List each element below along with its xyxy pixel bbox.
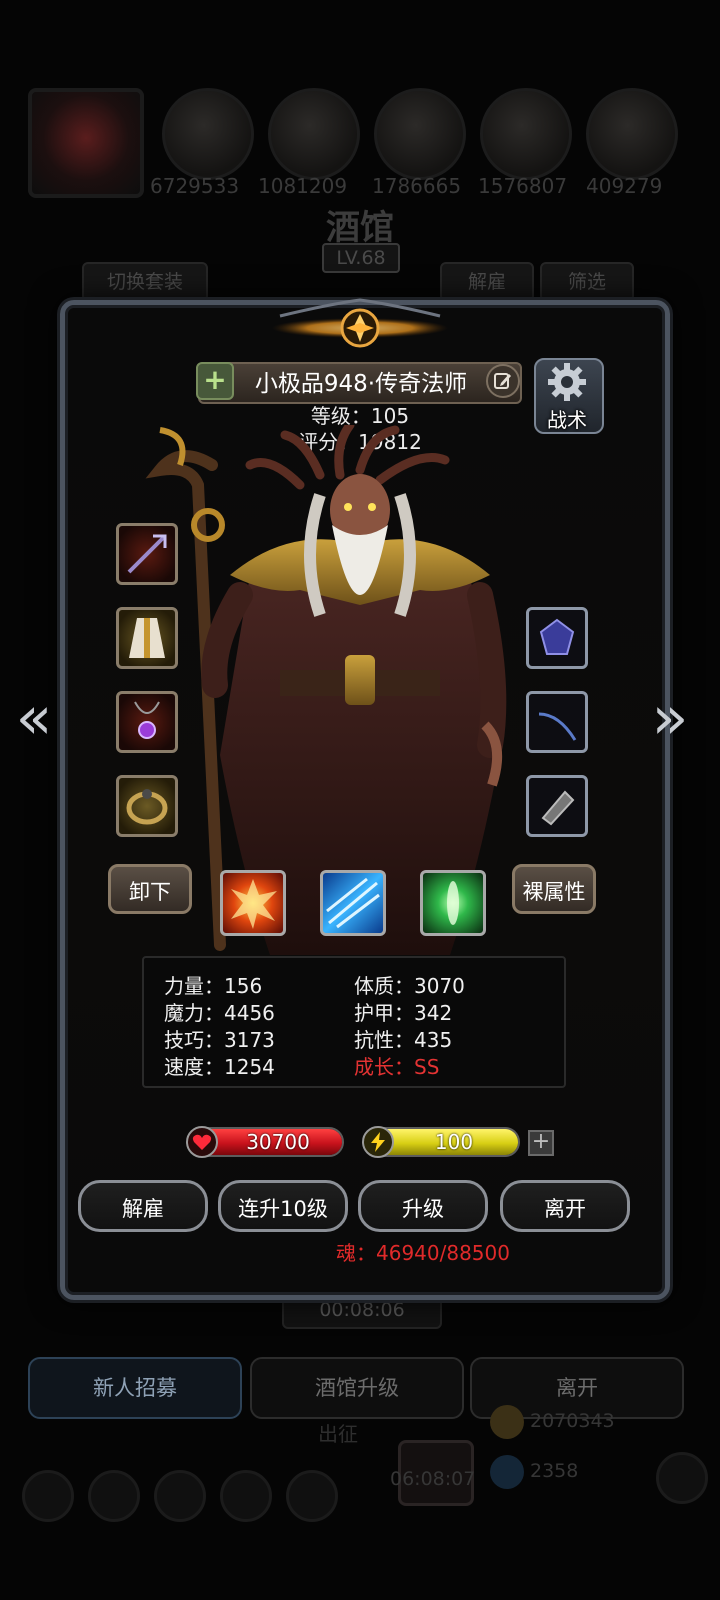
attr-speed: 速度：1254 [164,1055,275,1079]
attr-magic: 魔力：4456 [164,1001,275,1025]
equip-slot-necklace[interactable] [116,691,178,753]
ice-slash-icon [326,877,380,929]
nav-icon [88,1470,140,1522]
amulet-icon [134,701,160,739]
recruit-button: 新人招募 [28,1357,242,1419]
attr-strength: 力量：156 [164,974,263,998]
skill-nature[interactable] [420,870,486,936]
gem-icon [490,1455,524,1489]
resource-count: 409279 [586,174,663,198]
fire-burst-icon [231,879,277,929]
ring-icon [126,789,168,825]
equip-slot-armor[interactable] [116,607,178,669]
upgrade-button[interactable]: 升级 [358,1180,488,1232]
hero-name: 小极品948·传奇法师 [254,371,468,397]
pencil-icon [494,373,511,389]
gold-icon [490,1405,524,1439]
crest-emblem-icon [272,298,448,348]
nav-icon [220,1470,272,1522]
energy-value: 100 [434,1130,474,1154]
soul-counter: 魂：46940/88500 [336,1241,510,1265]
gear-icon [548,363,586,401]
add-icon[interactable]: + [196,362,234,400]
attr-growth: 成长：SS [354,1055,440,1079]
robe-icon [129,618,165,658]
resource-slot-5 [586,88,678,180]
resource-count: 1786665 [372,174,462,198]
green-light-icon [447,881,459,925]
naked-attributes-button[interactable]: 裸属性 [512,864,596,914]
attr-armor: 护甲：342 [354,1001,453,1025]
tavern-title: 酒馆 [326,208,394,248]
bg-dismiss-tab: 解雇 [440,262,534,302]
equip-slot-gem[interactable] [526,607,588,669]
resource-count: 1081209 [258,174,348,198]
player-avatar [28,88,144,198]
bg-filter-tab: 筛选 [540,262,634,302]
edit-name-button[interactable] [486,364,520,398]
resource-count: 6729533 [150,174,240,198]
hp-value: 30700 [246,1130,310,1154]
attr-resistance: 抗性：435 [354,1028,453,1052]
attr-constitution: 体质：3070 [354,974,465,998]
leave-button[interactable]: 离开 [500,1180,630,1232]
resource-slot-3 [374,88,466,180]
bracer-icon [541,790,575,826]
equip-slot-ring[interactable] [116,775,178,837]
nav-icon [22,1470,74,1522]
next-hero-arrow-icon[interactable]: » [646,688,694,750]
bottom-timer: 06:08:07 [390,1468,476,1490]
upgrade-tavern-button: 酒馆升级 [250,1357,464,1419]
level-up-10-button[interactable]: 连升10级 [218,1180,348,1232]
expedition-label: 出征 [318,1422,358,1446]
nav-icon [154,1470,206,1522]
dismiss-button[interactable]: 解雇 [78,1180,208,1232]
previous-hero-arrow-icon[interactable]: « [10,688,58,750]
resource-slot-4 [480,88,572,180]
nav-icon [286,1470,338,1522]
skill-frost[interactable] [320,870,386,936]
tavern-level-badge: LV.68 [322,243,400,273]
gold-count: 2070343 [530,1410,615,1432]
add-energy-button[interactable]: + [528,1130,554,1156]
equip-slot-accessory[interactable] [526,691,588,753]
resource-slot-1 [162,88,254,180]
whip-icon [538,712,577,741]
add-icon [656,1452,708,1504]
skill-fire[interactable] [220,870,286,936]
resource-slot-2 [268,88,360,180]
resource-count: 1576807 [478,174,568,198]
equip-slot-weapon[interactable] [116,523,178,585]
gem-count: 2358 [530,1460,579,1482]
equip-slot-bracer[interactable] [526,775,588,837]
attr-skill: 技巧：3173 [164,1028,275,1052]
unequip-button[interactable]: 卸下 [108,864,192,914]
staff-icon [127,534,167,574]
switch-set-tab: 切换套装 [82,262,208,302]
gem-icon [539,618,575,655]
